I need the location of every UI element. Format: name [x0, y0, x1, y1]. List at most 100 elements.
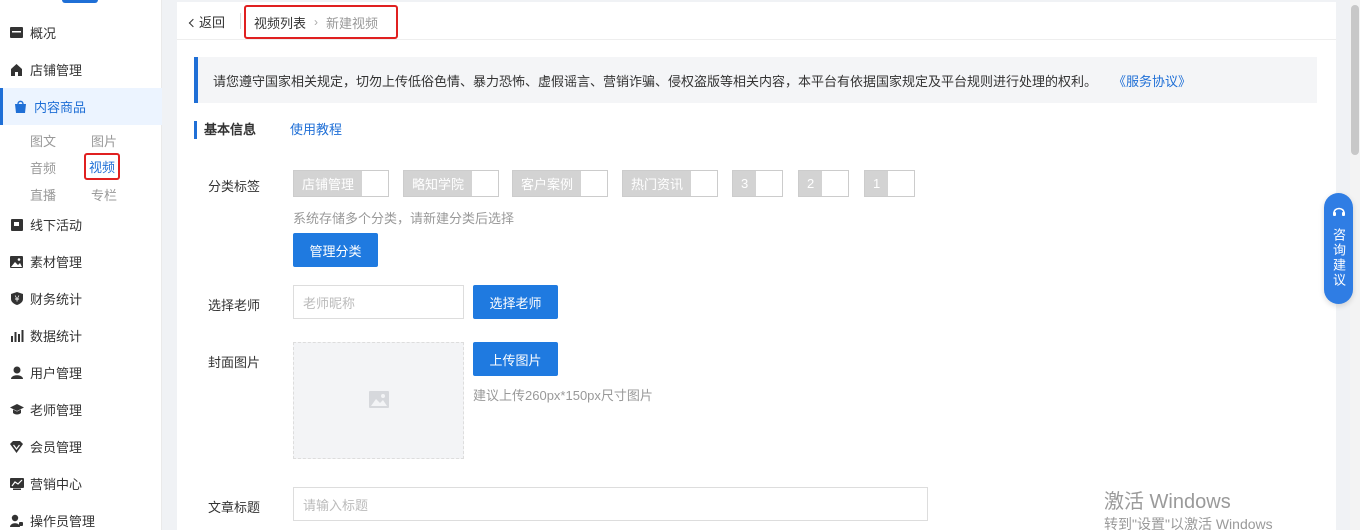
category-hint: 系统存储多个分类，请新建分类后选择	[293, 211, 515, 226]
image-icon	[9, 255, 24, 269]
sidebar-top-indicator	[62, 0, 98, 3]
breadcrumb-video-list[interactable]: 视频列表	[254, 13, 306, 32]
sidebar-item-marketing[interactable]: 营销中心	[0, 465, 162, 502]
manage-category-button[interactable]: 管理分类	[293, 233, 378, 267]
sidebar-item-label: 内容商品	[34, 100, 87, 115]
breadcrumb: 视频列表 › 新建视频	[244, 5, 398, 39]
subnav-live[interactable]: 直播	[30, 185, 56, 204]
tag-name: 店铺管理	[294, 171, 363, 196]
sidebar-item-content[interactable]: 内容商品	[0, 88, 162, 125]
windows-activation-subtext: 转到"设置"以激活 Windows	[1104, 516, 1273, 530]
sidebar-item-store[interactable]: 店铺管理	[0, 51, 162, 88]
sidebar-item-operators[interactable]: 操作员管理	[0, 502, 162, 530]
category-tag[interactable]: 店铺管理	[293, 170, 390, 197]
tag-name: 3	[733, 171, 757, 196]
sidebar-item-members[interactable]: 会员管理	[0, 428, 162, 465]
sidebar-item-label: 老师管理	[30, 403, 83, 418]
sidebar-item-label: 数据统计	[30, 329, 83, 344]
scrollbar-thumb[interactable]	[1351, 5, 1359, 155]
category-tag[interactable]: 略知学院	[403, 170, 500, 197]
title-input[interactable]: 请输入标题	[293, 487, 928, 521]
section-title: 基本信息	[194, 121, 256, 139]
windows-activation-watermark: 激活 Windows	[1104, 491, 1231, 513]
trend-icon	[9, 477, 24, 491]
subnav-column[interactable]: 专栏	[91, 185, 117, 204]
cover-label: 封面图片	[208, 355, 261, 370]
divider	[240, 13, 241, 29]
main-panel: 返回 视频列表 › 新建视频 请您遵守国家相关规定，切勿上传低俗色情、暴力恐怖、…	[177, 2, 1336, 530]
back-button[interactable]: 返回	[188, 12, 226, 31]
sidebar-item-label: 操作员管理	[30, 514, 96, 529]
title-label: 文章标题	[208, 500, 261, 515]
sidebar-item-label: 素材管理	[30, 255, 83, 270]
vip-icon	[9, 440, 24, 454]
dashboard-icon	[9, 26, 24, 40]
sidebar-item-label: 概况	[30, 26, 57, 41]
sidebar-item-offline[interactable]: 线下活动	[0, 206, 162, 243]
tag-checkbox[interactable]	[888, 171, 915, 196]
category-tag[interactable]: 2	[798, 170, 850, 197]
tag-name: 2	[799, 171, 823, 196]
sidebar-item-teachers[interactable]: 老师管理	[0, 391, 162, 428]
tutorial-link[interactable]: 使用教程	[290, 121, 342, 139]
money-shield-icon: ¥	[9, 292, 24, 306]
consult-advice-button[interactable]: 咨询建议	[1324, 193, 1353, 304]
chevron-left-icon	[188, 18, 198, 28]
breadcrumb-current: 新建视频	[326, 15, 379, 31]
tag-checkbox[interactable]	[362, 171, 389, 196]
flag-icon	[9, 218, 24, 232]
notice-banner: 请您遵守国家相关规定，切勿上传低俗色情、暴力恐怖、虚假谣言、营销诈骗、侵权盗版等…	[194, 57, 1317, 103]
category-tag[interactable]: 客户案例	[512, 170, 609, 197]
breadcrumb-separator-icon: ›	[314, 15, 319, 29]
teacher-label: 选择老师	[208, 298, 261, 313]
bar-chart-icon	[9, 329, 24, 343]
sidebar-item-users[interactable]: 用户管理	[0, 354, 162, 391]
category-tag[interactable]: 1	[864, 170, 916, 197]
tag-checkbox[interactable]	[756, 171, 783, 196]
sidebar-item-label: 用户管理	[30, 366, 83, 381]
category-tag[interactable]: 热门资讯	[622, 170, 719, 197]
header-bar: 返回 视频列表 › 新建视频	[177, 2, 1336, 40]
service-agreement-link[interactable]: 《服务协议》	[1113, 71, 1191, 90]
sidebar-item-finance[interactable]: ¥ 财务统计	[0, 280, 162, 317]
subnav-audio[interactable]: 音频	[30, 158, 56, 177]
notice-text: 请您遵守国家相关规定，切勿上传低俗色情、暴力恐怖、虚假谣言、营销诈骗、侵权盗版等…	[213, 73, 1098, 89]
sidebar-item-data[interactable]: 数据统计	[0, 317, 162, 354]
operator-icon	[9, 514, 24, 528]
sidebar-item-label: 营销中心	[30, 477, 83, 492]
subnav-article[interactable]: 图文	[30, 131, 56, 150]
tag-name: 热门资讯	[623, 171, 692, 196]
subnav-image[interactable]: 图片	[91, 131, 117, 150]
back-label: 返回	[199, 15, 226, 30]
user-icon	[9, 366, 24, 380]
sidebar: 概况 店铺管理 内容商品 图文 图片 音频 视频 直播 专栏 线下活动 素材管理…	[0, 0, 162, 530]
teacher-nickname-input[interactable]: 老师昵称	[293, 285, 464, 319]
subnav-video[interactable]: 视频	[84, 153, 121, 180]
image-placeholder-icon	[368, 390, 389, 411]
cover-size-hint: 建议上传260px*150px尺寸图片	[473, 388, 653, 403]
category-tag[interactable]: 3	[732, 170, 784, 197]
tag-checkbox[interactable]	[822, 171, 849, 196]
store-icon	[9, 63, 24, 77]
sidebar-item-overview[interactable]: 概况	[0, 14, 162, 51]
sidebar-item-label: 店铺管理	[30, 63, 83, 78]
sidebar-item-label: 线下活动	[30, 218, 83, 233]
consult-label: 咨询建议	[1331, 228, 1346, 288]
select-teacher-button[interactable]: 选择老师	[473, 285, 558, 319]
tag-checkbox[interactable]	[472, 171, 499, 196]
tag-name: 略知学院	[404, 171, 473, 196]
upload-image-button[interactable]: 上传图片	[473, 342, 558, 376]
teacher-icon	[9, 403, 24, 417]
svg-text:¥: ¥	[14, 295, 19, 304]
tag-name: 客户案例	[513, 171, 582, 196]
sidebar-item-material[interactable]: 素材管理	[0, 243, 162, 280]
sidebar-item-label: 会员管理	[30, 440, 83, 455]
tag-checkbox[interactable]	[581, 171, 608, 196]
headset-icon	[1332, 205, 1346, 222]
bag-icon	[13, 100, 28, 114]
tag-checkbox[interactable]	[691, 171, 718, 196]
category-label: 分类标签	[208, 179, 261, 194]
sidebar-item-label: 财务统计	[30, 292, 83, 307]
cover-upload-area[interactable]	[293, 342, 464, 459]
tag-name: 1	[865, 171, 889, 196]
